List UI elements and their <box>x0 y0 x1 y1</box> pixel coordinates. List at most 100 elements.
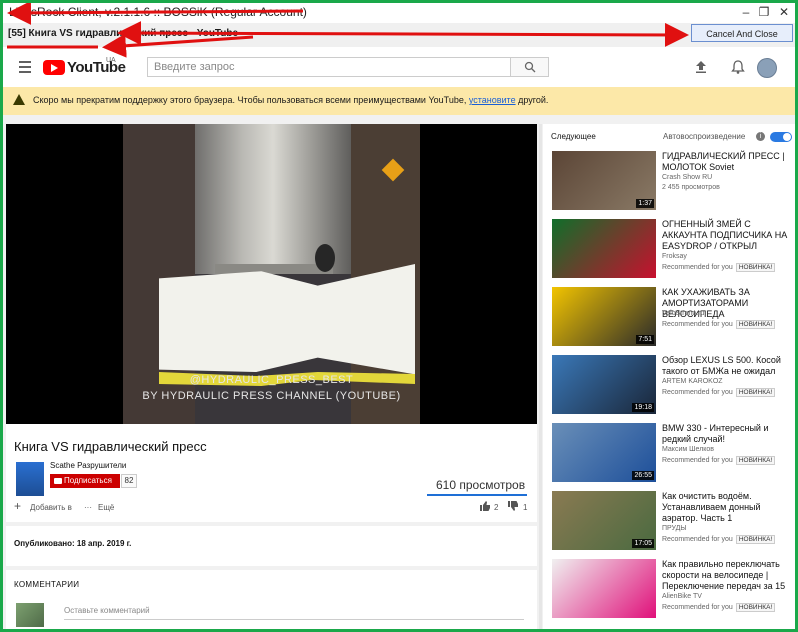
video-player[interactable]: @HYDRAULIC_PRESS_BEST BY HYDRAULIC PRESS… <box>6 124 537 424</box>
maximize-icon[interactable]: ❐ <box>755 5 773 19</box>
add-to-icon[interactable]: + <box>14 499 21 513</box>
duration-badge: 1:37 <box>636 199 654 208</box>
recommendation-meta: 2 455 просмотров <box>662 184 720 191</box>
commenter-avatar <box>16 603 44 627</box>
youtube-header: YouTube UA Введите запрос <box>3 47 795 87</box>
recommendation-thumbnail[interactable]: 26:55 <box>552 423 656 482</box>
warning-icon <box>13 94 25 105</box>
dislike-icon[interactable] <box>508 501 518 511</box>
dislike-count: 1 <box>523 503 528 512</box>
recommendation-title[interactable]: Обзор LEXUS LS 500. Косой такого от БМЖа… <box>662 355 794 377</box>
recommendation-thumbnail[interactable]: 7:51 <box>552 287 656 346</box>
duration-badge: 26:55 <box>632 471 654 480</box>
more-icon[interactable]: ··· <box>84 503 92 512</box>
youtube-logo-text[interactable]: YouTube <box>67 59 126 76</box>
search-input[interactable]: Введите запрос <box>147 57 511 77</box>
new-badge: НОВИНКА! <box>735 263 776 272</box>
app-window-frame: LikesRock Client, v.2.1.1.6 :: BOSSiK (R… <box>0 0 798 632</box>
recommendation-channel: AlienBike TV <box>662 593 702 600</box>
recommendation-title[interactable]: ОГНЕННЫЙ ЗМЕЙ С АККАУНТА ПОДПИСЧИКА НА E… <box>662 219 794 252</box>
like-ratio-bar <box>427 494 527 496</box>
recommendation-thumbnail[interactable] <box>552 219 656 278</box>
recommendation-item[interactable]: 19:18 Обзор LEXUS LS 500. Косой такого от… <box>552 355 795 415</box>
recommendation-meta-text: Recommended for you <box>662 321 733 328</box>
recommendation-channel: Froksay <box>662 253 687 260</box>
recommendation-meta-text: Recommended for you <box>662 536 733 543</box>
recommendation-item[interactable]: Как правильно переключать скорости на ве… <box>552 559 795 619</box>
up-next-heading: Следующее <box>551 132 596 141</box>
subscriber-count: 82 <box>121 474 137 488</box>
recommendation-title[interactable]: BMW 330 - Интересный и редкий случай! <box>662 423 794 445</box>
region-label: UA <box>106 57 116 64</box>
warning-text-main: Скоро мы прекратим поддержку этого брауз… <box>33 95 469 105</box>
video-watermark-line1: @HYDRAULIC_PRESS_BEST <box>189 374 354 386</box>
recommendation-meta-text: Recommended for you <box>662 389 733 396</box>
upload-icon[interactable] <box>693 59 709 75</box>
info-icon[interactable]: i <box>756 132 765 141</box>
window-titlebar: LikesRock Client, v.2.1.1.6 :: BOSSiK (R… <box>3 3 795 23</box>
subscribe-button[interactable]: Подписаться <box>50 474 120 488</box>
recommendation-channel: ПРУДЫ <box>662 525 687 532</box>
channel-name[interactable]: Scathe Разрушители <box>50 461 126 470</box>
notifications-icon[interactable] <box>730 59 746 75</box>
recommendation-item[interactable]: 26:55 BMW 330 - Интересный и редкий случа… <box>552 423 795 483</box>
browser-warning-bar: Скоро мы прекратим поддержку этого брауз… <box>3 87 795 115</box>
page-scrollbar[interactable] <box>539 124 542 629</box>
duration-badge: 7:51 <box>636 335 654 344</box>
autoplay-toggle[interactable] <box>770 132 792 142</box>
warning-text-end: другой. <box>515 95 549 105</box>
press-plate <box>215 264 333 274</box>
close-icon[interactable]: ✕ <box>775 5 793 19</box>
cancel-and-close-button[interactable]: Cancel And Close <box>691 24 793 42</box>
recommendation-title[interactable]: Как очистить водоём. Устанавливаем донны… <box>662 491 794 524</box>
recommendation-thumbnail[interactable]: 1:37 <box>552 151 656 210</box>
publish-date: Опубликовано: 18 апр. 2019 г. <box>14 539 132 548</box>
new-badge: НОВИНКА! <box>735 603 776 612</box>
menu-icon[interactable] <box>19 61 31 76</box>
install-browser-link[interactable]: установите <box>469 95 516 105</box>
window-title: LikesRock Client, v.2.1.1.6 :: BOSSiK (R… <box>9 5 307 19</box>
press-hole <box>315 244 335 272</box>
new-badge: НОВИНКА! <box>735 535 776 544</box>
duration-badge: 17:05 <box>632 539 654 548</box>
recommendation-meta-text: Recommended for you <box>662 457 733 464</box>
recommendation-item[interactable]: 7:51 КАК УХАЖИВАТЬ ЗА АМОРТИЗАТОРАМИ ВЕЛО… <box>552 287 795 347</box>
account-avatar[interactable] <box>757 58 777 78</box>
like-count: 2 <box>494 503 499 512</box>
add-to-button[interactable]: Добавить в <box>30 503 72 512</box>
recommendation-item[interactable]: 17:05 Как очистить водоём. Устанавливаем … <box>552 491 795 551</box>
video-title: Книга VS гидравлический пресс <box>14 439 207 454</box>
recommendation-channel: Crash Show RU <box>662 174 713 181</box>
recommendation-item[interactable]: 1:37 ГИДРАВЛИЧЕСКИЙ ПРЕСС | МОЛОТОК Sovie… <box>552 151 795 211</box>
search-button[interactable] <box>511 57 549 77</box>
warning-text: Скоро мы прекратим поддержку этого брауз… <box>33 95 548 105</box>
new-badge: НОВИНКА! <box>735 456 776 465</box>
more-button[interactable]: Ещё <box>98 503 114 512</box>
youtube-logo-icon[interactable] <box>43 60 65 75</box>
recommendation-thumbnail[interactable]: 17:05 <box>552 491 656 550</box>
recommendation-channel: VeloStrana.ru <box>662 310 705 317</box>
description-box: Опубликовано: 18 апр. 2019 г. <box>6 526 537 566</box>
recommendation-title[interactable]: Как правильно переключать скорости на ве… <box>662 559 794 592</box>
recommendation-thumbnail[interactable] <box>552 559 656 618</box>
recommendation-meta: Recommended for you НОВИНКА! <box>662 535 776 544</box>
minimize-icon[interactable]: – <box>737 5 755 19</box>
recommendation-meta: Recommended for you НОВИНКА! <box>662 456 776 465</box>
comments-section: КОММЕНТАРИИ Оставьте комментарий <box>6 570 537 629</box>
recommendation-meta-text: Recommended for you <box>662 264 733 271</box>
video-watermark-line2: BY HYDRAULIC PRESS CHANNEL (YOUTUBE) <box>142 390 401 402</box>
recommendation-thumbnail[interactable]: 19:18 <box>552 355 656 414</box>
autoplay-label: Автовоспроизведение <box>663 132 746 141</box>
recommendation-channel: ARTEM KAROKOZ <box>662 378 723 385</box>
recommendation-title[interactable]: ГИДРАВЛИЧЕСКИЙ ПРЕСС | МОЛОТОК Soviet <box>662 151 794 173</box>
page-caption: [55] Книга VS гидравлический пресс - You… <box>8 28 239 39</box>
recommendation-meta: Recommended for you НОВИНКА! <box>662 603 776 612</box>
search-icon <box>524 61 536 73</box>
channel-avatar[interactable] <box>16 462 44 496</box>
like-icon[interactable] <box>480 501 490 511</box>
client-toolbar: [55] Книга VS гидравлический пресс - You… <box>3 23 795 47</box>
recommendation-item[interactable]: ОГНЕННЫЙ ЗМЕЙ С АККАУНТА ПОДПИСЧИКА НА E… <box>552 219 795 279</box>
recommendation-meta: Recommended for you НОВИНКА! <box>662 263 776 272</box>
comment-input[interactable]: Оставьте комментарий <box>64 606 524 620</box>
video-frame: @HYDRAULIC_PRESS_BEST BY HYDRAULIC PRESS… <box>123 124 420 424</box>
